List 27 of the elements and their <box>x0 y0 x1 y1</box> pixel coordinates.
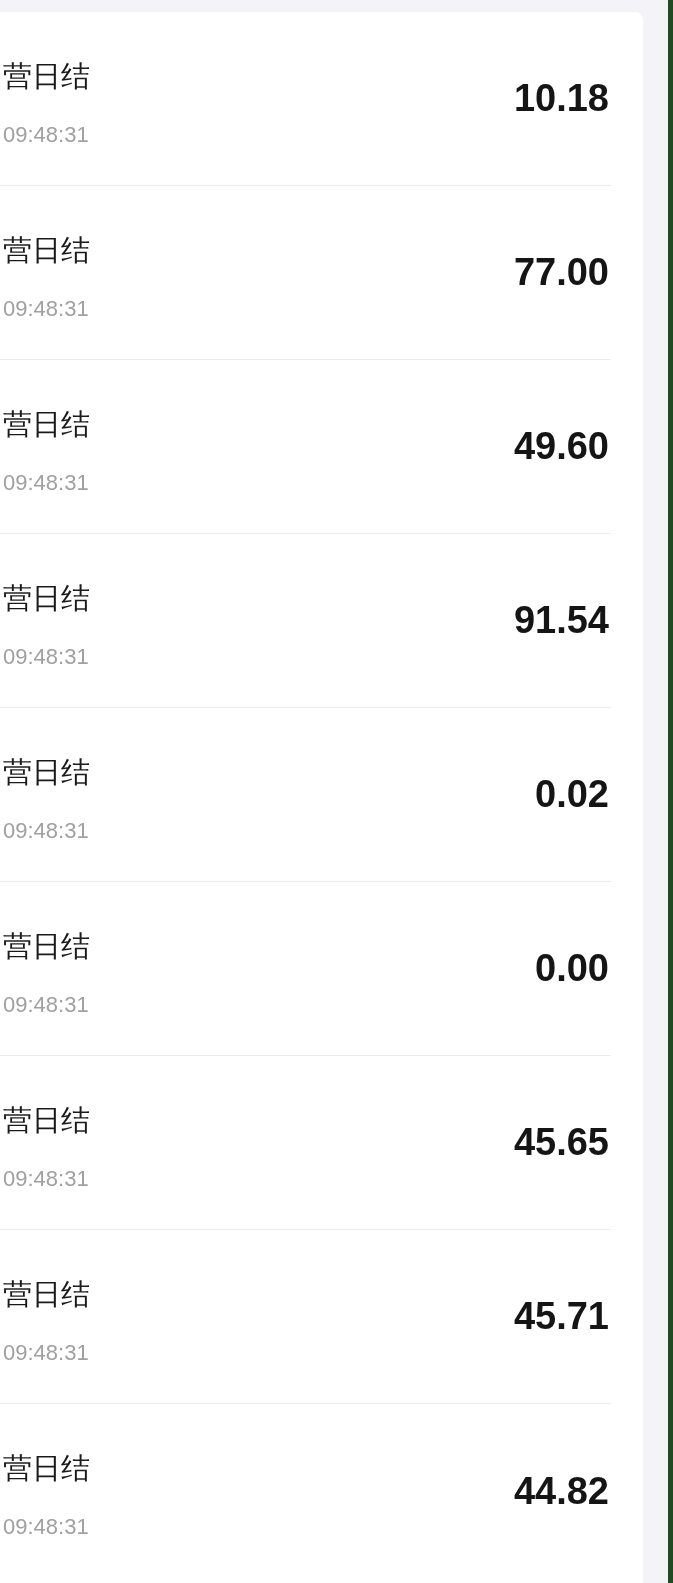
entry-title: 营日结 <box>3 1275 90 1312</box>
entry-time: 09:48:31 <box>3 991 90 1018</box>
entry-title: 营日结 <box>3 579 90 616</box>
entry-amount: 91.54 <box>513 599 610 642</box>
entry-title: 营日结 <box>3 405 90 442</box>
entry-amount: 0.02 <box>535 773 610 816</box>
entry-title: 营日结 <box>3 927 90 964</box>
entry-amount: 77.00 <box>513 251 610 294</box>
entry-title: 营日结 <box>3 1101 90 1138</box>
entry-amount: 44.82 <box>513 1469 610 1513</box>
entry-title: 营日结 <box>3 57 90 94</box>
entry-amount: 45.71 <box>513 1295 610 1338</box>
entry-time: 09:48:31 <box>3 121 90 148</box>
entry-time: 09:48:31 <box>3 1165 90 1192</box>
entry-amount: 45.65 <box>513 1121 610 1164</box>
entry-title: 营日结 <box>3 753 90 790</box>
entry-time: 09:48:31 <box>3 1514 90 1540</box>
entry-amount: 49.60 <box>513 425 610 468</box>
entry-amount: 0.00 <box>535 947 610 990</box>
entry-title: 营日结 <box>3 231 90 268</box>
entry-time: 09:48:31 <box>3 1339 90 1366</box>
entry-amount: 10.18 <box>513 77 610 120</box>
entry-time: 09:48:31 <box>3 295 90 322</box>
entry-time: 09:48:31 <box>3 643 90 670</box>
entry-title: 营日结 <box>3 1450 90 1486</box>
entry-time: 09:48:31 <box>3 817 90 844</box>
entry-time: 09:48:31 <box>3 469 90 496</box>
